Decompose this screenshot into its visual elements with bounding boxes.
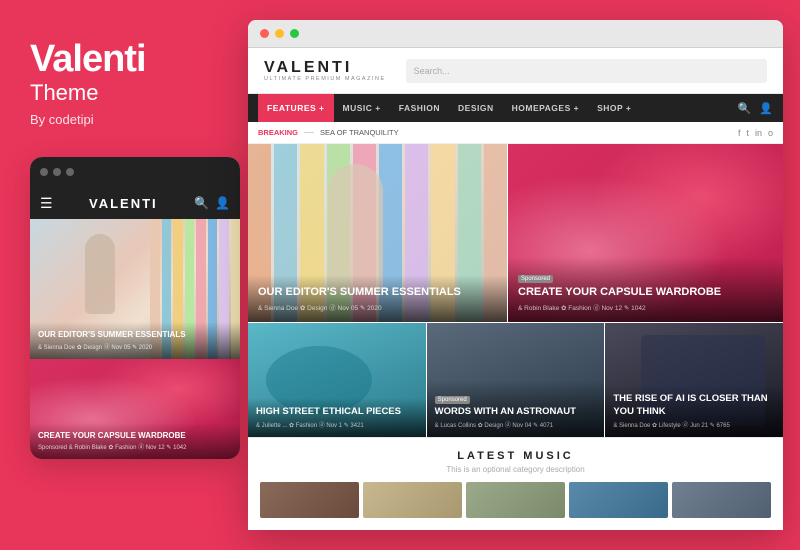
mobile-chrome-bar — [30, 157, 240, 187]
mobile-card2-overlay: CREATE YOUR CAPSULE WARDROBE Sponsored &… — [30, 423, 240, 459]
hero-card1-overlay: OUR EDITOR'S SUMMER ESSENTIALS & Sienna … — [248, 275, 507, 322]
chrome-dot-close[interactable] — [260, 29, 269, 38]
browser-panel: VALENTI ULTIMATE PREMIUM MAGAZINE Search… — [248, 20, 783, 530]
bottom-card-2: Sponsored WORDS WITH AN ASTRONAUT & Luca… — [427, 323, 606, 437]
mobile-navbar: ☰ VALENTI 🔍 👤 — [30, 187, 240, 219]
music-section-title: LATEST MUSIC — [457, 450, 573, 462]
twitter-icon[interactable]: t — [746, 128, 749, 138]
breaking-label: BREAKING — [258, 128, 298, 137]
nav-item-features[interactable]: FEATURES + — [258, 94, 334, 122]
mobile-logo: VALENTI — [89, 196, 158, 211]
mobile-hero-title: OUR EDITOR'S SUMMER ESSENTIALS — [38, 330, 232, 340]
search-icon[interactable]: 🔍 — [738, 102, 752, 115]
music-section-desc: This is an optional category description — [446, 465, 584, 474]
bottom-card-3: THE RISE OF AI IS CLOSER THAN YOU THINK … — [605, 323, 783, 437]
facebook-icon[interactable]: f — [738, 128, 741, 138]
bottom-card1-title: HIGH STREET ETHICAL PIECES — [256, 406, 418, 418]
browser-logo-text: VALENTI — [264, 60, 386, 76]
browser-nav: FEATURES + MUSIC + FASHION DESIGN HOMEPA… — [248, 94, 783, 122]
mobile-user-icon: 👤 — [215, 196, 230, 210]
social-icons: f t in o — [738, 128, 773, 138]
hero-card2-title: CREATE YOUR CAPSULE WARDROBE — [518, 285, 773, 299]
hero-card1-title: OUR EDITOR'S SUMMER ESSENTIALS — [258, 285, 497, 299]
mobile-card2: CREATE YOUR CAPSULE WARDROBE Sponsored &… — [30, 359, 240, 459]
mobile-preview: ☰ VALENTI 🔍 👤 OUR EDITOR'S SUMMER ESS — [30, 157, 240, 459]
music-thumbnails — [260, 482, 771, 518]
brand-subtitle: Theme — [30, 80, 98, 106]
mobile-dot-3 — [66, 168, 74, 176]
brand-title: Valenti — [30, 40, 146, 78]
bottom-card2-sponsored: Sponsored — [435, 396, 470, 404]
bottom-card3-title: THE RISE OF AI IS CLOSER THAN YOU THINK — [613, 393, 775, 418]
mobile-hamburger-icon: ☰ — [40, 195, 53, 212]
browser-search-placeholder: Search... — [414, 66, 450, 76]
breaking-bar: BREAKING — SEA OF TRANQUILITY f t in o — [248, 122, 783, 144]
nav-icons: 🔍 👤 — [738, 102, 773, 115]
nav-item-music[interactable]: MUSIC + — [334, 94, 390, 122]
mobile-dot-1 — [40, 168, 48, 176]
chrome-dot-minimize[interactable] — [275, 29, 284, 38]
bottom-card-1: HIGH STREET ETHICAL PIECES & Juliette ..… — [248, 323, 427, 437]
music-thumb-3 — [466, 482, 565, 518]
hero-card1-meta: & Sienna Doe ✿ Design ⓓ Nov 05 ✎ 2020 — [258, 302, 497, 312]
bottom-card2-title: WORDS WITH AN ASTRONAUT — [435, 406, 597, 418]
browser-search-bar[interactable]: Search... — [406, 59, 767, 83]
mobile-hero-meta: & Sienna Doe ✿ Design ⓓ Nov 05 ✎ 2020 — [38, 342, 232, 351]
music-section: LATEST MUSIC This is an optional categor… — [248, 437, 783, 530]
bottom-card2-meta: & Lucas Collins ✿ Design ⓓ Nov 04 ✎ 4071 — [435, 420, 597, 429]
mobile-nav-icons: 🔍 👤 — [194, 196, 230, 210]
brand-by: By codetipi — [30, 112, 94, 127]
chrome-dot-maximize[interactable] — [290, 29, 299, 38]
bottom-card1-overlay: HIGH STREET ETHICAL PIECES & Juliette ..… — [248, 398, 426, 437]
hero-card-2: Sponsored CREATE YOUR CAPSULE WARDROBE &… — [508, 144, 783, 322]
browser-chrome — [248, 20, 783, 48]
youtube-icon[interactable]: o — [768, 128, 773, 138]
browser-logo-area: VALENTI ULTIMATE PREMIUM MAGAZINE — [264, 60, 386, 82]
nav-item-fashion[interactable]: FASHION — [390, 94, 449, 122]
mobile-hero-image: OUR EDITOR'S SUMMER ESSENTIALS & Sienna … — [30, 219, 240, 359]
music-thumb-1 — [260, 482, 359, 518]
breaking-text: SEA OF TRANQUILITY — [320, 128, 399, 137]
top-grid: OUR EDITOR'S SUMMER ESSENTIALS & Sienna … — [248, 144, 783, 322]
music-thumb-2 — [363, 482, 462, 518]
bottom-card2-overlay: Sponsored WORDS WITH AN ASTRONAUT & Luca… — [427, 380, 605, 437]
hero-card2-sponsored: Sponsored — [518, 275, 553, 283]
bottom-grid: HIGH STREET ETHICAL PIECES & Juliette ..… — [248, 322, 783, 437]
mobile-hero-overlay: OUR EDITOR'S SUMMER ESSENTIALS & Sienna … — [30, 322, 240, 359]
left-panel: Valenti Theme By codetipi ☰ VALENTI 🔍 👤 — [0, 0, 248, 550]
user-icon[interactable]: 👤 — [759, 102, 773, 115]
instagram-icon[interactable]: in — [755, 128, 762, 138]
bottom-card1-meta: & Juliette ... ✿ Fashion ⓓ Nov 1 ✎ 3421 — [256, 420, 418, 429]
nav-item-homepages[interactable]: HOMEPAGES + — [503, 94, 588, 122]
breaking-separator: — — [304, 127, 314, 138]
mobile-dot-2 — [53, 168, 61, 176]
hero-card2-meta: & Robin Blake ✿ Fashion ⓓ Nov 12 ✎ 1042 — [518, 302, 773, 312]
mobile-card2-title: CREATE YOUR CAPSULE WARDROBE — [38, 431, 232, 440]
browser-site-header: VALENTI ULTIMATE PREMIUM MAGAZINE Search… — [248, 48, 783, 94]
bottom-card3-overlay: THE RISE OF AI IS CLOSER THAN YOU THINK … — [605, 385, 783, 437]
hero-card-1: OUR EDITOR'S SUMMER ESSENTIALS & Sienna … — [248, 144, 508, 322]
mobile-hero-figure — [85, 234, 115, 314]
nav-item-design[interactable]: DESIGN — [449, 94, 503, 122]
bottom-card3-meta: & Sienna Doe ✿ Lifestyle ⓓ Jun 21 ✎ 6765 — [613, 420, 775, 429]
browser-logo-sub: ULTIMATE PREMIUM MAGAZINE — [264, 76, 386, 82]
music-thumb-4 — [569, 482, 668, 518]
hero-card2-overlay: Sponsored CREATE YOUR CAPSULE WARDROBE &… — [508, 257, 783, 322]
mobile-search-icon: 🔍 — [194, 196, 209, 210]
content-area: OUR EDITOR'S SUMMER ESSENTIALS & Sienna … — [248, 144, 783, 530]
music-thumb-5 — [672, 482, 771, 518]
nav-item-shop[interactable]: SHOP + — [588, 94, 640, 122]
mobile-card2-meta: Sponsored & Robin Blake ✿ Fashion ⓓ Nov … — [38, 442, 232, 451]
